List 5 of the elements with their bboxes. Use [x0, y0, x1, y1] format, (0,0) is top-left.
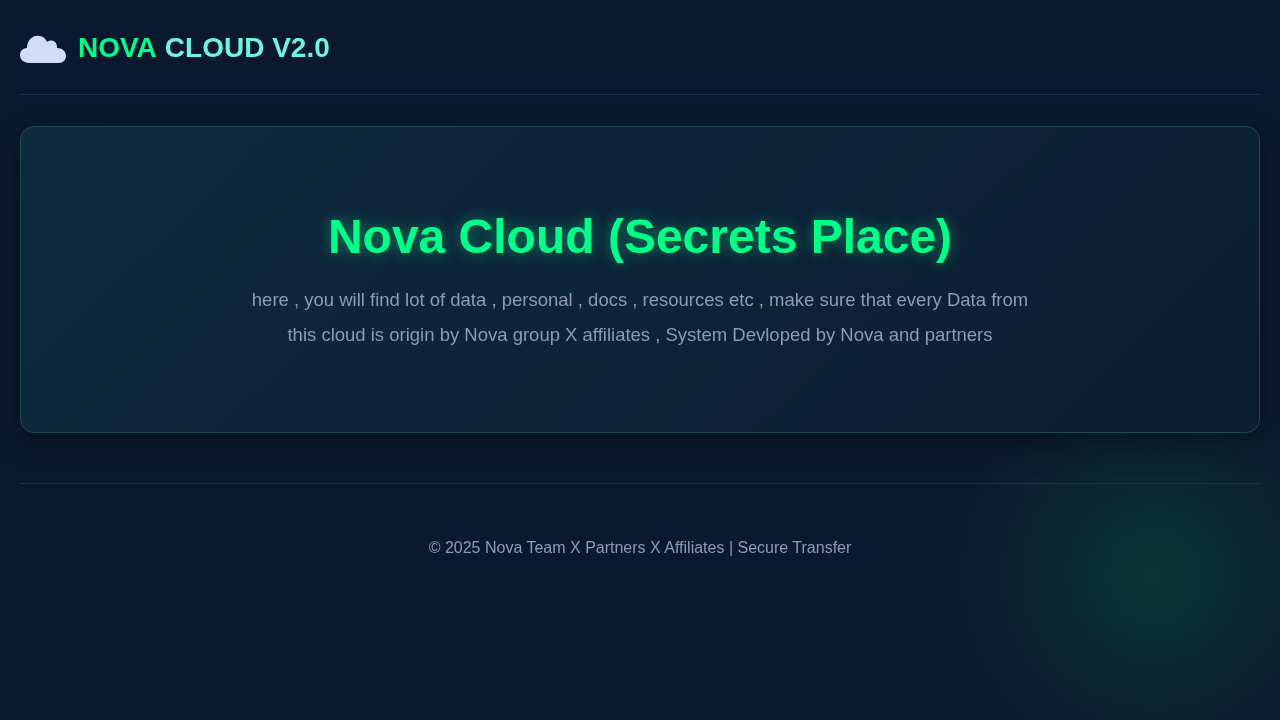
brand-name: NOVA: [78, 32, 157, 64]
brand-name: CLOUD V2.0: [164, 32, 330, 64]
hero-description: here , you will find lot of data , personal , docs , resources etc , make sure that every Data from this cloud is origin by Nova group X affiliates , System Devloped by Nova and partners: [250, 288, 1030, 347]
hero-title: Nova Cloud (Secrets Place): [327, 209, 953, 264]
footer-copyright: © 2025 Nova Team X Partners X Affiliates | Secure Transfer: [428, 539, 852, 556]
